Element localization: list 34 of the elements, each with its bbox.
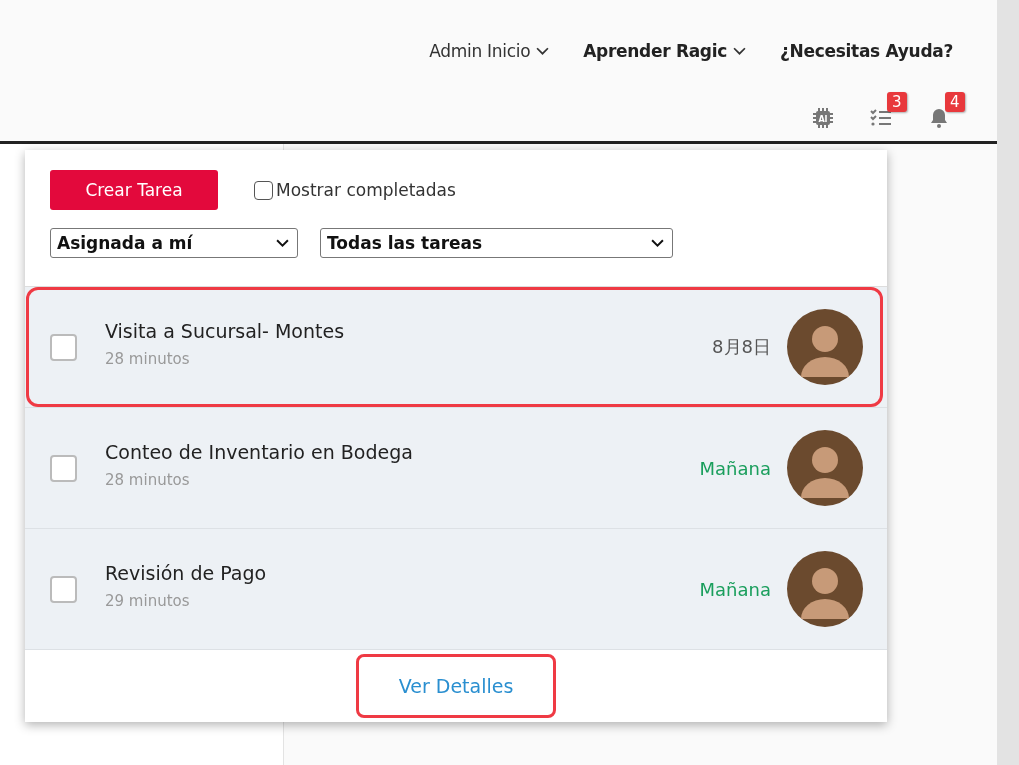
avatar-icon	[787, 430, 863, 506]
task-time: 29 minutos	[105, 592, 191, 610]
chevron-down-icon	[536, 46, 550, 56]
avatar-icon	[787, 309, 863, 385]
checkbox[interactable]	[254, 180, 273, 200]
due-date: 8月8日	[712, 335, 771, 359]
task-title: Conteo de Inventario en Bodega	[105, 441, 414, 463]
filter-dropdown[interactable]: Asignada a mí	[50, 228, 298, 258]
due-date: Mañana	[699, 578, 771, 600]
nav-link[interactable]: Admin Inicio	[429, 26, 550, 76]
scrollbar[interactable]	[997, 0, 1019, 765]
nav-link[interactable]: Aprender Ragic	[583, 26, 747, 76]
task-item[interactable]: Revisión de Pago 29 minutos Mañana	[25, 529, 887, 650]
filter-dropdown[interactable]: Todas las tareas	[320, 228, 673, 258]
task-title: Visita a Sucursal- Montes	[105, 320, 346, 342]
task-item[interactable]: Conteo de Inventario en Bodega 28 minutos Mañana	[25, 408, 887, 529]
task-item[interactable]: Visita a Sucursal- Montes 28 minutos 8月8日	[25, 287, 887, 408]
checkbox-label: Mostrar completadas	[276, 180, 456, 200]
nav-link[interactable]: ¿Necesitas Ayuda?	[780, 26, 953, 76]
task-checkbox[interactable]	[50, 575, 77, 603]
chevron-down-icon	[733, 46, 747, 56]
task-time: 28 minutos	[105, 471, 191, 489]
task-title: Revisión de Pago	[105, 562, 268, 584]
chevron-down-icon	[276, 238, 289, 248]
count-badge: 3	[887, 92, 907, 112]
task-time: 28 minutos	[105, 350, 191, 368]
avatar-icon	[787, 551, 863, 627]
task-checkbox[interactable]	[50, 333, 77, 361]
view-details-link[interactable]: Ver Detalles	[355, 654, 557, 718]
chevron-down-icon	[651, 238, 664, 248]
task-checkbox[interactable]	[50, 454, 77, 482]
due-date: Mañana	[699, 457, 771, 479]
count-badge: 4	[945, 92, 965, 112]
create-task-button[interactable]: Crear Tarea	[50, 170, 218, 210]
